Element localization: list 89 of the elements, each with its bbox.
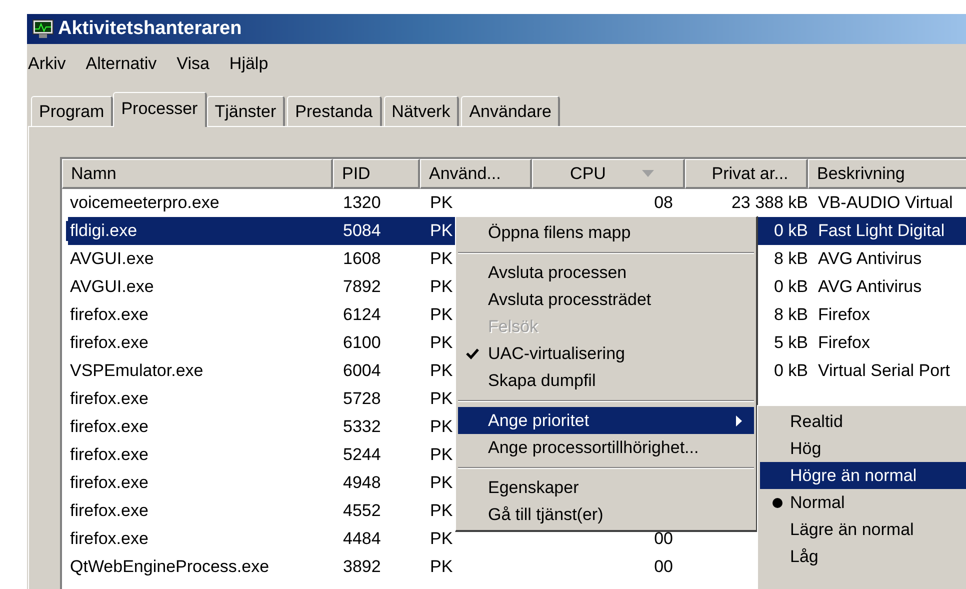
table-cell-text: 00 bbox=[653, 557, 674, 577]
table-cell-text: 1320 bbox=[342, 193, 381, 213]
table-cell-text: firefox.exe bbox=[69, 333, 148, 353]
table-cell-text: PK bbox=[429, 277, 453, 297]
menu-item[interactable]: Låg bbox=[760, 543, 966, 570]
table-cell-text: 7892 bbox=[342, 277, 381, 297]
menu-item[interactable]: Hög bbox=[760, 435, 966, 462]
table-cell-text: firefox.exe bbox=[69, 501, 148, 521]
table-cell-text: firefox.exe bbox=[69, 389, 148, 409]
table-cell-text: 5728 bbox=[342, 389, 381, 409]
table-cell-text: 4484 bbox=[342, 529, 381, 549]
table-cell-text: 6100 bbox=[342, 333, 381, 353]
window-title: Aktivitetshanteraren bbox=[58, 18, 242, 40]
menu-bar-item[interactable]: Alternativ bbox=[86, 54, 157, 74]
table-cell-text: firefox.exe bbox=[69, 305, 148, 325]
column-header[interactable]: Namn bbox=[62, 159, 333, 189]
table-cell-text: firefox.exe bbox=[69, 473, 148, 493]
table-cell-text: PK bbox=[429, 445, 453, 465]
menu-item[interactable]: Egenskaper bbox=[458, 474, 754, 501]
table-cell: fldigi.exe bbox=[66, 221, 138, 241]
column-header[interactable]: Använd... bbox=[420, 159, 532, 189]
table-cell-text: AVG Antivirus bbox=[817, 249, 922, 269]
table-cell-text: 0 kB bbox=[772, 361, 809, 381]
table-cell-text: PK bbox=[429, 501, 453, 521]
column-header[interactable]: CPU bbox=[532, 159, 685, 189]
tab[interactable]: Prestanda bbox=[287, 96, 382, 126]
table-cell-text: 5 kB bbox=[772, 333, 809, 353]
tab[interactable]: Processer bbox=[113, 92, 207, 127]
table-cell-text: 1608 bbox=[342, 249, 381, 269]
table-cell-text: PK bbox=[429, 361, 453, 381]
table-cell-text: 4552 bbox=[342, 501, 381, 521]
table-cell-text: AVGUI.exe bbox=[69, 277, 154, 297]
table-cell-text: PK bbox=[429, 305, 453, 325]
table-cell-text: 23 388 kB bbox=[730, 193, 809, 213]
table-cell-text: AVG Antivirus bbox=[817, 277, 922, 297]
table-cell-text: 8 kB bbox=[772, 305, 809, 325]
menu-item[interactable]: Högre än normal bbox=[760, 462, 966, 489]
table-cell-text: 5332 bbox=[342, 417, 381, 437]
table-cell-text: 3892 bbox=[342, 557, 381, 577]
menu-item[interactable]: Ange prioritet bbox=[458, 407, 754, 434]
table-cell-text: PK bbox=[429, 417, 453, 437]
table-cell-text: PK bbox=[429, 389, 453, 409]
table-cell-text: PK bbox=[429, 557, 453, 577]
menu-item[interactable]: Öppna filens mapp bbox=[458, 219, 754, 246]
table-cell-text: QtWebEngineProcess.exe bbox=[69, 557, 270, 577]
menu-item[interactable]: Ange processortillhörighet... bbox=[458, 434, 754, 461]
table-cell-text: 6004 bbox=[342, 361, 381, 381]
menu-item[interactable]: Avsluta processträdet bbox=[458, 286, 754, 313]
tab[interactable]: Användare bbox=[461, 96, 560, 126]
table-cell-text: Firefox bbox=[817, 333, 870, 353]
menu-bar-item[interactable]: Arkiv bbox=[28, 54, 66, 74]
table-cell-text: 5244 bbox=[342, 445, 381, 465]
column-header[interactable]: Privat ar... bbox=[685, 159, 808, 189]
menu-bar-item[interactable]: Hjälp bbox=[229, 54, 268, 74]
tab[interactable]: Nätverk bbox=[384, 96, 460, 126]
menu-bar-item[interactable]: Visa bbox=[176, 54, 210, 74]
table-cell-text: 6124 bbox=[342, 305, 381, 325]
sort-arrow-icon bbox=[642, 170, 654, 177]
menu-item[interactable]: Skapa dumpfil bbox=[458, 367, 754, 394]
table-cell-text: AVGUI.exe bbox=[69, 249, 154, 269]
tab[interactable]: Tjänster bbox=[206, 96, 286, 126]
column-header[interactable]: PID bbox=[333, 159, 420, 189]
menu-item[interactable]: UAC-virtualisering bbox=[458, 340, 754, 367]
table-cell-text: 8 kB bbox=[772, 249, 809, 269]
menu-item[interactable]: Lägre än normal bbox=[760, 516, 966, 543]
table-cell-text: PK bbox=[429, 473, 453, 493]
table-cell-text: 00 bbox=[653, 529, 674, 549]
table-cell-text: VB-AUDIO Virtual bbox=[817, 193, 953, 213]
table-cell-text: PK bbox=[429, 529, 453, 549]
table-cell-text: firefox.exe bbox=[69, 529, 148, 549]
table-cell-text: voicemeeterpro.exe bbox=[69, 193, 220, 213]
menu-item[interactable]: Realtid bbox=[760, 408, 966, 435]
table-cell-text: firefox.exe bbox=[69, 445, 148, 465]
menu-item[interactable]: Normal bbox=[760, 489, 966, 516]
table-cell-text: PK bbox=[429, 333, 453, 353]
table-cell-text: PK bbox=[429, 249, 453, 269]
table-cell-text: 0 kB bbox=[772, 277, 809, 297]
menu-item[interactable]: Gå till tjänst(er) bbox=[458, 501, 754, 528]
table-cell-text: Firefox bbox=[817, 305, 870, 325]
table-cell-text: 08 bbox=[653, 193, 674, 213]
column-header[interactable]: Beskrivning bbox=[808, 159, 966, 189]
table-cell-text: VSPEmulator.exe bbox=[69, 361, 204, 381]
tab[interactable]: Program bbox=[31, 96, 114, 126]
table-cell-text: firefox.exe bbox=[69, 417, 148, 437]
app-monitor-icon bbox=[32, 19, 54, 39]
table-cell-text: PK bbox=[429, 193, 453, 213]
menu-item[interactable]: Avsluta processen bbox=[458, 259, 754, 286]
table-cell-text: 4948 bbox=[342, 473, 381, 493]
table-cell-text: Virtual Serial Port bbox=[817, 361, 950, 381]
